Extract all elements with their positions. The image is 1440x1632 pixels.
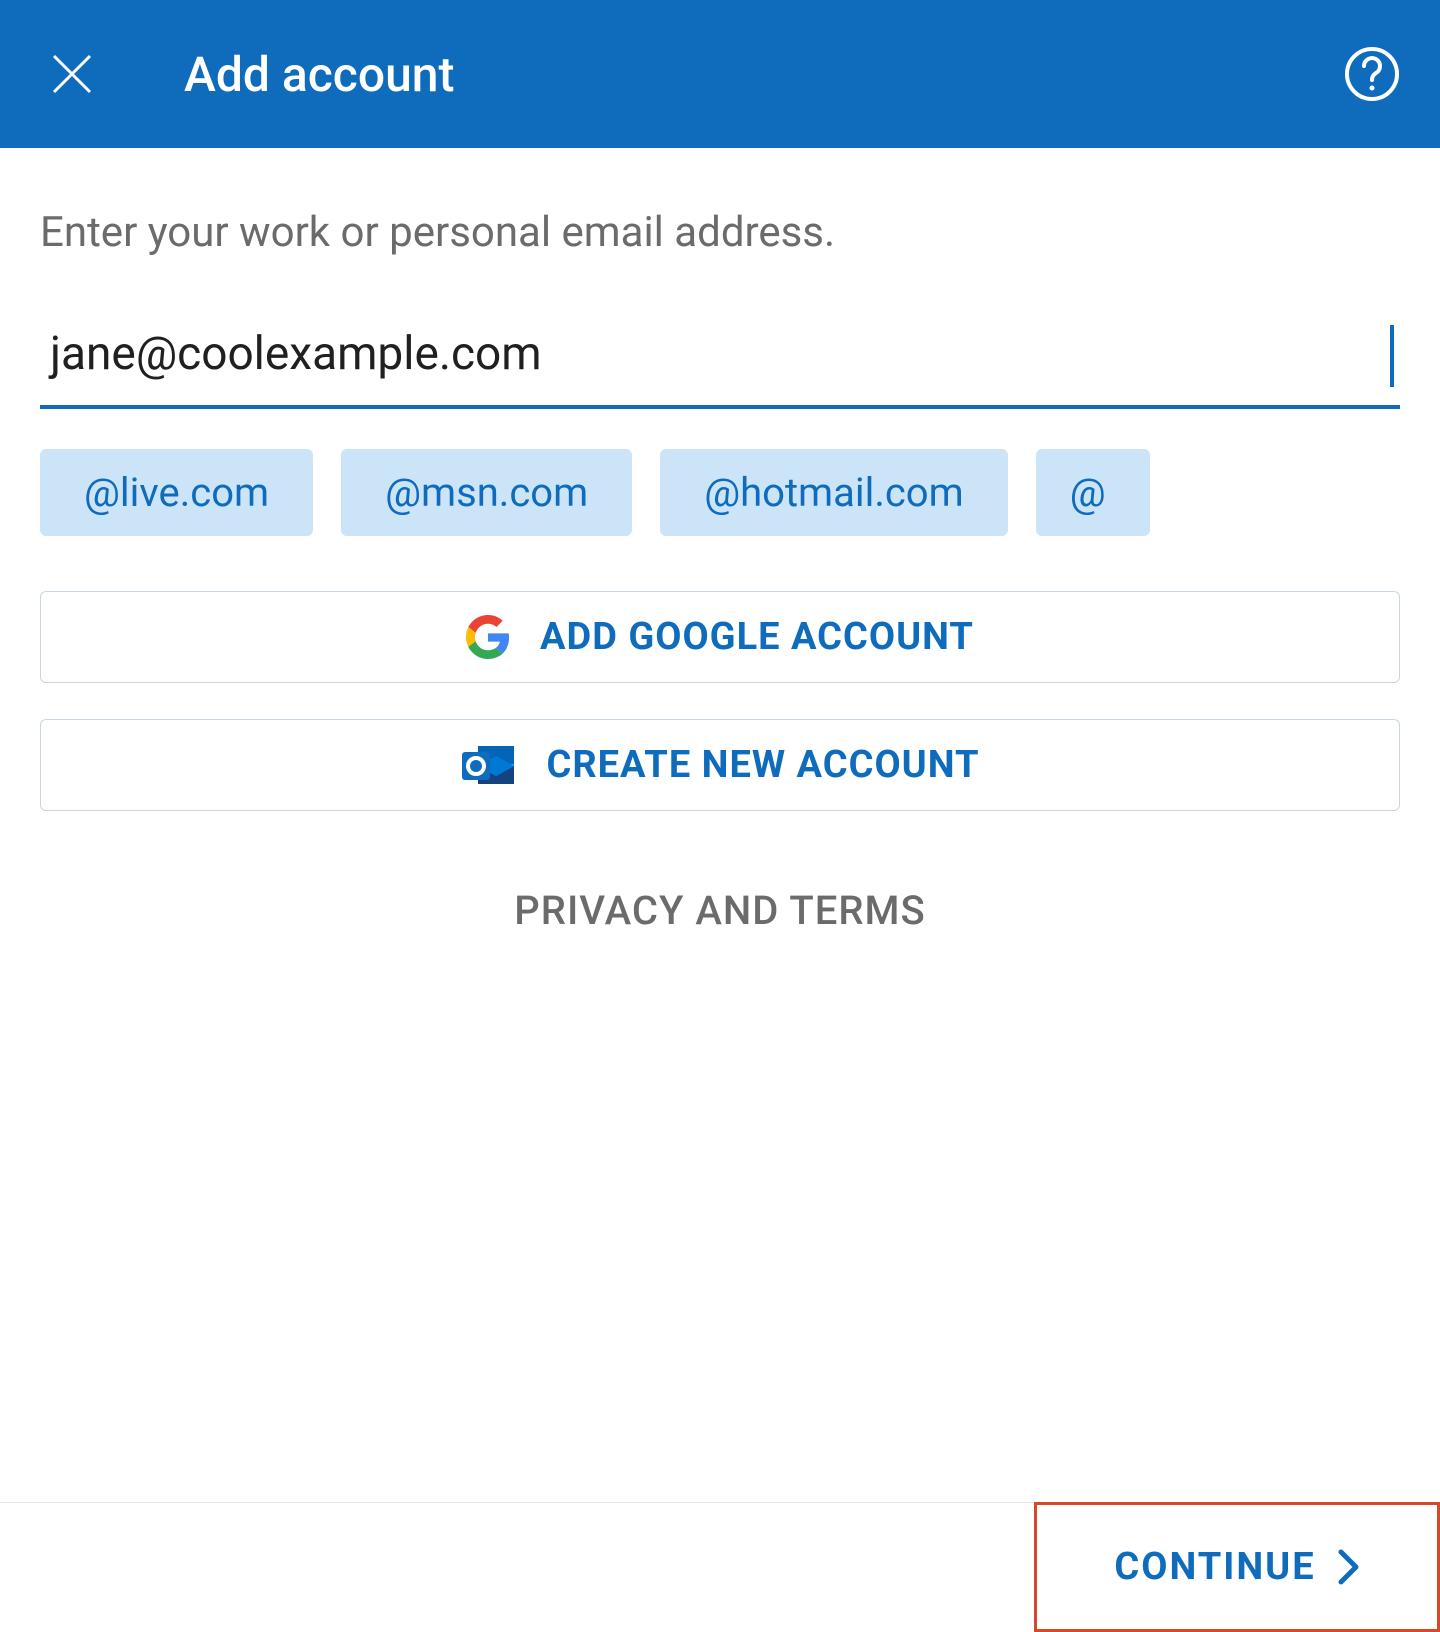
create-account-label: CREATE NEW ACCOUNT <box>546 743 979 787</box>
privacy-terms-link[interactable]: PRIVACY AND TERMS <box>40 887 1400 934</box>
continue-button[interactable]: CONTINUE <box>1034 1502 1440 1632</box>
domain-suggestions: @live.com @msn.com @hotmail.com @ <box>40 449 1400 536</box>
domain-chip[interactable]: @hotmail.com <box>660 449 1008 536</box>
google-icon <box>466 615 510 659</box>
close-icon <box>50 52 94 96</box>
email-field[interactable]: jane@coolexample.com <box>50 327 1390 381</box>
add-google-button[interactable]: ADD GOOGLE ACCOUNT <box>40 591 1400 683</box>
header-bar: Add account <box>0 0 1440 148</box>
create-account-button[interactable]: CREATE NEW ACCOUNT <box>40 719 1400 811</box>
add-google-label: ADD GOOGLE ACCOUNT <box>540 615 974 659</box>
outlook-icon <box>460 740 516 790</box>
footer-bar: CONTINUE <box>0 1502 1440 1632</box>
page-title: Add account <box>184 46 454 103</box>
help-button[interactable] <box>1344 46 1400 102</box>
chevron-right-icon <box>1338 1549 1360 1585</box>
prompt-label: Enter your work or personal email addres… <box>40 208 1400 257</box>
text-caret <box>1390 325 1394 387</box>
content-area: Enter your work or personal email addres… <box>0 148 1440 1502</box>
continue-label: CONTINUE <box>1114 1545 1315 1589</box>
domain-chip[interactable]: @live.com <box>40 449 313 536</box>
domain-chip[interactable]: @ <box>1036 449 1150 536</box>
close-button[interactable] <box>50 52 94 96</box>
help-icon <box>1344 46 1400 102</box>
domain-chip[interactable]: @msn.com <box>341 449 632 536</box>
email-field-wrap[interactable]: jane@coolexample.com <box>40 327 1400 409</box>
